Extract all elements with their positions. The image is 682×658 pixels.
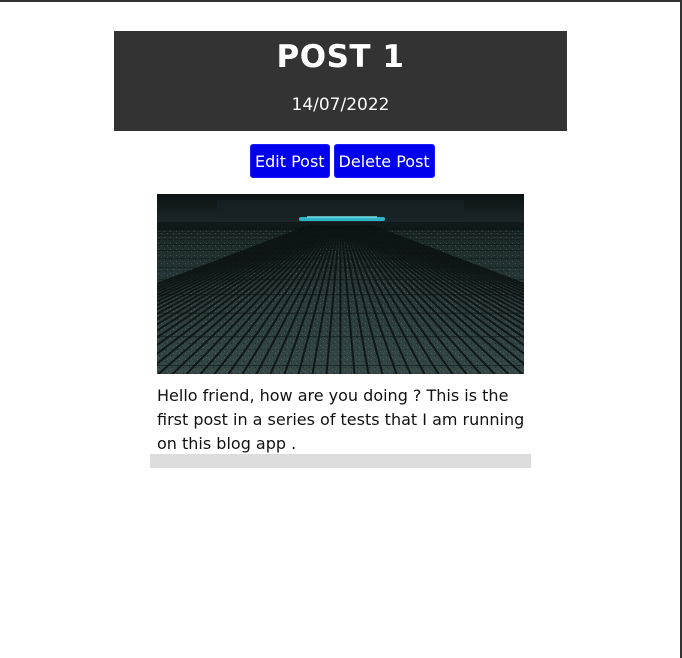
- edit-post-button[interactable]: Edit Post: [250, 144, 330, 178]
- post-title: POST 1: [276, 39, 405, 75]
- post-date: 14/07/2022: [291, 95, 390, 115]
- post-divider: [150, 454, 531, 468]
- delete-post-button[interactable]: Delete Post: [333, 144, 435, 178]
- post-body-text: Hello friend, how are you doing ? This i…: [157, 386, 525, 453]
- post-header: POST 1 14/07/2022: [114, 31, 567, 131]
- post-actions: Edit Post Delete Post: [250, 144, 435, 178]
- post-image: [157, 194, 524, 374]
- blog-post-page: POST 1 14/07/2022 Edit Post Delete Post: [0, 0, 682, 658]
